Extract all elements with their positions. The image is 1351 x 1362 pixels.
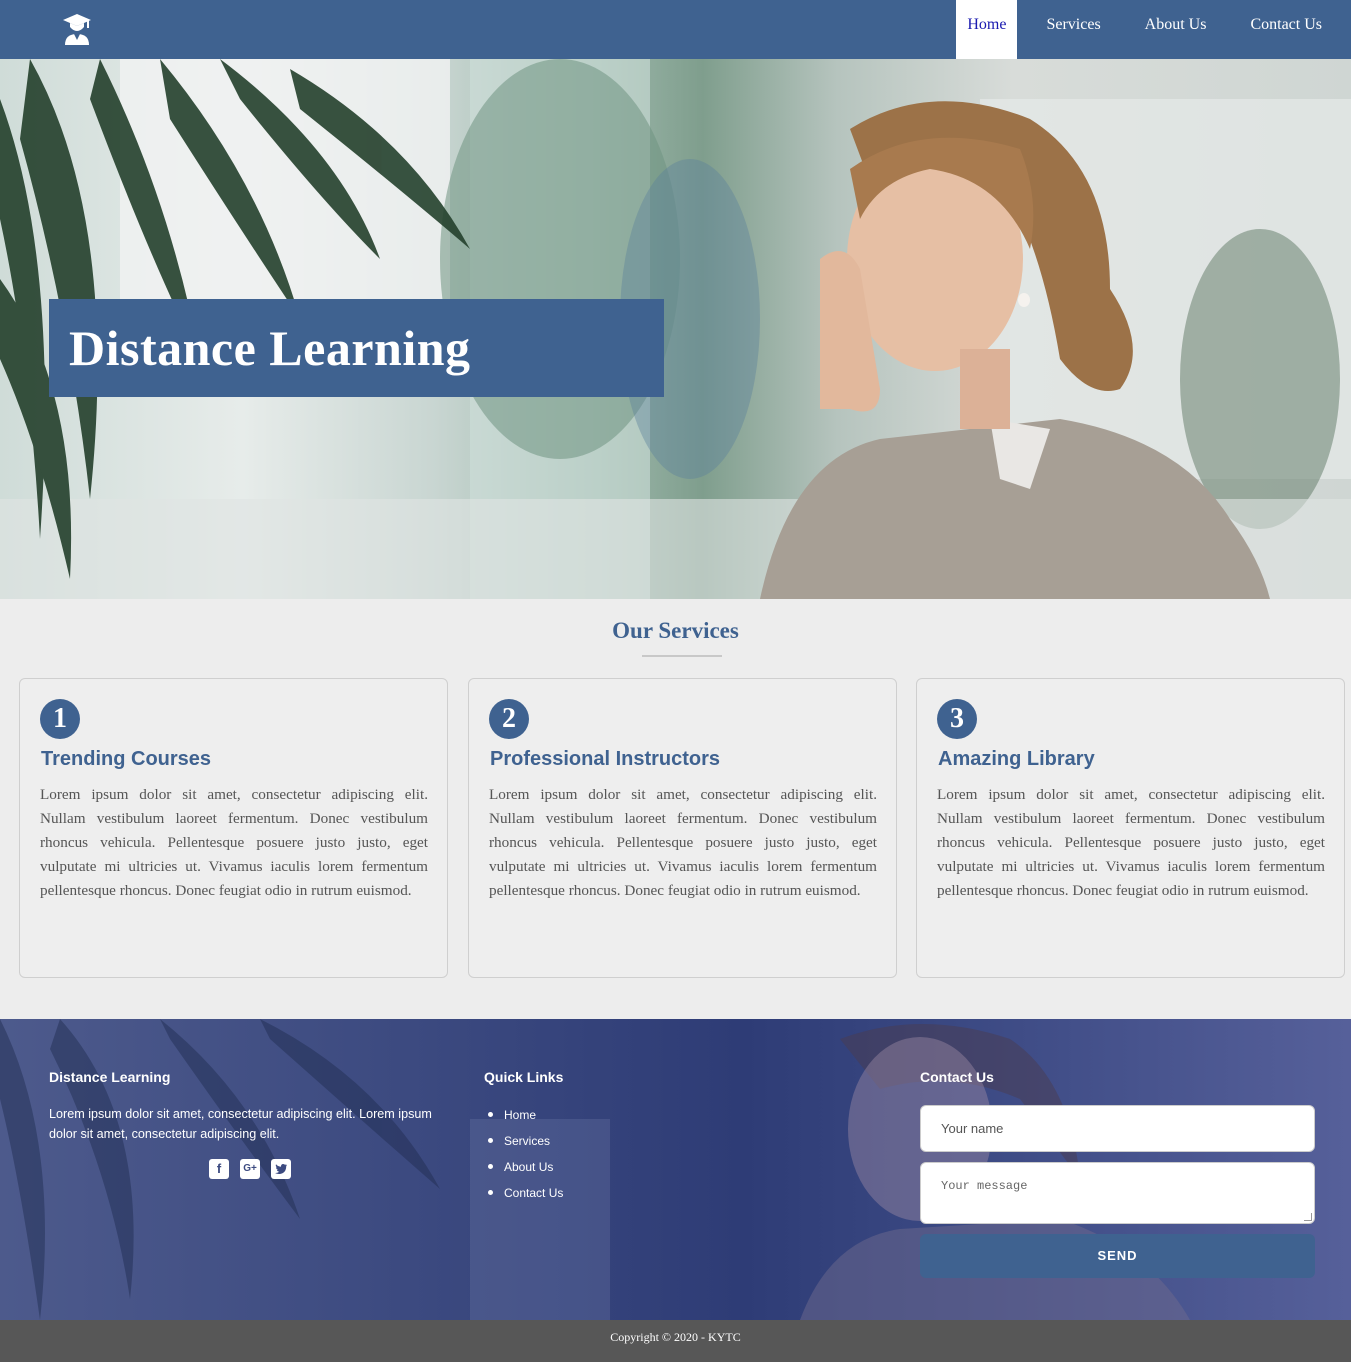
top-navbar: Home Services About Us Contact Us bbox=[0, 0, 1351, 59]
nav-services[interactable]: Services bbox=[1031, 0, 1115, 59]
footer-link-about-us[interactable]: About Us bbox=[488, 1159, 563, 1185]
service-number-badge: 1 bbox=[40, 699, 80, 739]
footer-link-contact-us[interactable]: Contact Us bbox=[488, 1185, 563, 1211]
service-card: 1 Trending Courses Lorem ipsum dolor sit… bbox=[19, 678, 448, 978]
footer-link-home[interactable]: Home bbox=[488, 1107, 563, 1133]
footer-link-services[interactable]: Services bbox=[488, 1133, 563, 1159]
main-nav: Home Services About Us Contact Us bbox=[942, 0, 1337, 59]
service-card-text: Lorem ipsum dolor sit amet, consectetur … bbox=[937, 786, 1325, 899]
name-input-placeholder: Your name bbox=[941, 1121, 1004, 1136]
footer-links-title: Quick Links bbox=[484, 1069, 564, 1085]
facebook-icon[interactable]: f bbox=[209, 1159, 229, 1179]
footer-quick-links: Home Services About Us Contact Us bbox=[488, 1107, 563, 1211]
nav-about-us[interactable]: About Us bbox=[1130, 0, 1222, 59]
graduate-icon[interactable] bbox=[62, 13, 92, 45]
message-textarea[interactable]: Your message bbox=[920, 1162, 1315, 1224]
service-card-text: Lorem ipsum dolor sit amet, consectetur … bbox=[40, 786, 428, 899]
service-number-badge: 3 bbox=[937, 699, 977, 739]
nav-contact-us[interactable]: Contact Us bbox=[1235, 0, 1337, 59]
service-card-title: Trending Courses bbox=[41, 748, 212, 770]
hero-banner: Distance Learning bbox=[0, 59, 1351, 599]
message-textarea-placeholder: Your message bbox=[941, 1179, 1028, 1193]
footer: Distance Learning Lorem ipsum dolor sit … bbox=[0, 1019, 1351, 1320]
google-plus-icon[interactable]: G+ bbox=[240, 1159, 260, 1179]
resize-handle-icon[interactable] bbox=[1304, 1213, 1312, 1221]
footer-about-title: Distance Learning bbox=[49, 1069, 171, 1085]
service-card: 2 Professional Instructors Lorem ipsum d… bbox=[468, 678, 897, 978]
services-heading: Our Services bbox=[612, 618, 739, 643]
twitter-icon[interactable] bbox=[271, 1159, 291, 1179]
name-input[interactable]: Your name bbox=[920, 1105, 1315, 1152]
service-card: 3 Amazing Library Lorem ipsum dolor sit … bbox=[916, 678, 1345, 978]
service-card-title: Professional Instructors bbox=[490, 748, 721, 770]
service-number-badge: 2 bbox=[489, 699, 529, 739]
service-card-title: Amazing Library bbox=[938, 748, 1095, 770]
nav-home[interactable]: Home bbox=[956, 0, 1018, 59]
services-divider bbox=[642, 655, 722, 657]
service-card-text: Lorem ipsum dolor sit amet, consectetur … bbox=[489, 786, 877, 899]
footer-contact-title: Contact Us bbox=[920, 1069, 994, 1085]
send-button[interactable]: SEND bbox=[920, 1234, 1315, 1278]
footer-about-text: Lorem ipsum dolor sit amet, consectetur … bbox=[49, 1107, 432, 1141]
copyright-bar: Copyright © 2020 - KYTC bbox=[0, 1320, 1351, 1362]
hero-title: Distance Learning bbox=[69, 320, 471, 376]
hero-title-box: Distance Learning bbox=[49, 299, 664, 397]
